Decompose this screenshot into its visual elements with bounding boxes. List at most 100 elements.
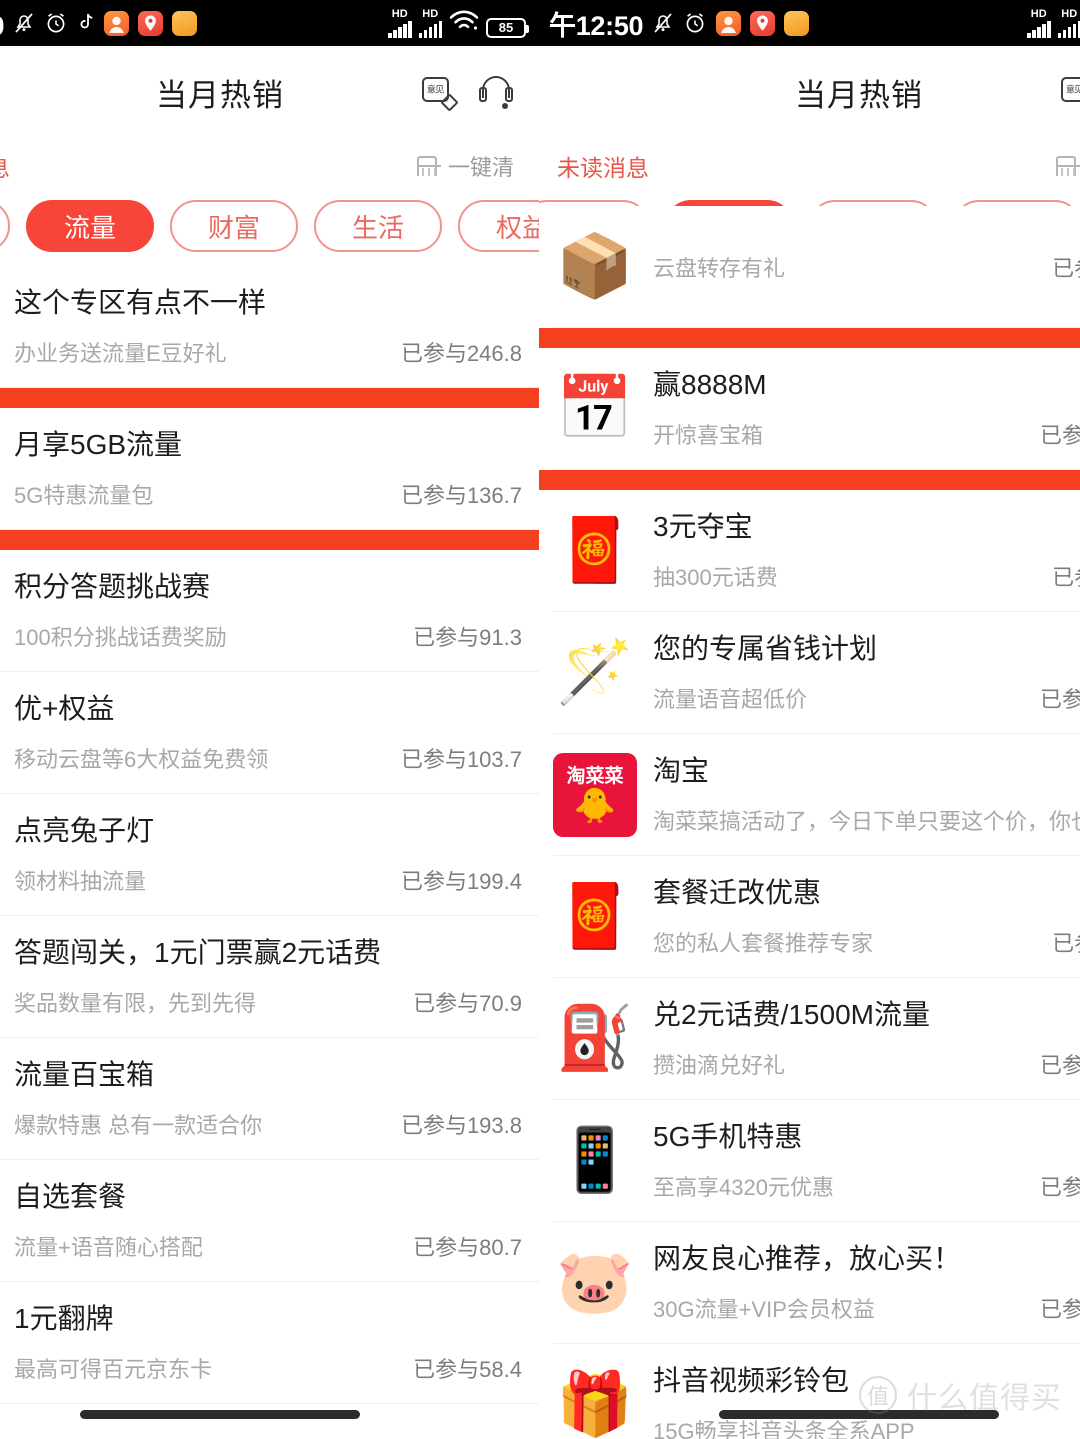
right-phone-capture: 午12:50 HD HD 当月热销 意 未读消息 📦 云盘转存有礼 已 📅 赢8… (539, 0, 1080, 1439)
list-item-body: 云盘转存有礼 已参与15.5 (637, 206, 1080, 328)
home-indicator (80, 1410, 360, 1419)
list-item[interactable]: 🪄 您的专属省钱计划流量语音超低价 已参与106.5 (539, 612, 1080, 734)
thumbnail-glyph: 📱 (556, 1126, 634, 1195)
list-item[interactable]: 📦 云盘转存有礼 已参与15.5 (539, 206, 1080, 328)
list-item[interactable]: 💰答题闯关，1元门票赢2元话费奖品数量有限，先到先得已参与70.9 (0, 916, 540, 1038)
list-item[interactable]: 🎁这个专区有点不一样办业务送流量E豆好礼已参与246.8 (0, 266, 540, 388)
tab-4[interactable]: 权益 (458, 200, 540, 252)
signal-icon-1: HD (388, 8, 412, 38)
list-item[interactable]: 📱 5G手机特惠至高享4320元优惠 已参与108.2 (539, 1100, 1080, 1222)
list-item-title: 3元夺宝 (653, 511, 753, 543)
list-item[interactable]: 🎡点亮兔子灯领材料抽流量已参与199.4 (0, 794, 540, 916)
list-item-title: 答题闯关，1元门票赢2元话费 (14, 937, 382, 969)
list-item-subtitle: 领材料抽流量 (14, 868, 147, 894)
list-divider (0, 386, 540, 388)
calendar-check-icon: 📅 (553, 367, 637, 451)
clear-all-button[interactable]: 一键清 (414, 150, 514, 182)
list-item[interactable]: 📅赢8888M开惊喜宝箱已参与739.7H (539, 348, 1080, 470)
feedback-icon[interactable]: 意见 (1061, 75, 1080, 112)
list-item-body: 兑2元话费/1500M流量攒油滴兑好礼 已参与284.2 (637, 978, 1080, 1100)
broom-icon (1053, 154, 1080, 178)
participation-count: 已参与15.5 (1052, 256, 1080, 281)
list-item-body: 网友良心推荐，放心买！ 30G流量+VIP会员权益 已参与102.4 (637, 1222, 1080, 1344)
list-divider (553, 468, 1080, 470)
list-item-title: 积分答题挑战赛 (14, 571, 211, 603)
list-item-subtitle: 最高可得百元京东卡 (14, 1356, 213, 1382)
list-item-title: 这个专区有点不一样 (14, 287, 267, 319)
participation-count: 已参与103.7 (400, 746, 522, 772)
alarm-icon (683, 11, 707, 35)
category-tabs-left[interactable]: 热门 流量 财富 生活 权益 (0, 194, 540, 266)
notice-bar-left: 未读消息 一键清 (0, 138, 540, 194)
headset-icon[interactable] (478, 76, 514, 109)
signal-icon-2: HD (418, 8, 442, 38)
thumbnail-glyph: 🐷 (556, 1248, 634, 1317)
signal-icon-2: HD (1057, 8, 1080, 38)
douyin-gift-icon: 🎁 (553, 1363, 637, 1439)
list-item[interactable]: 🎪1元翻牌最高可得百元京东卡已参与58.4 (0, 1282, 540, 1404)
bell-off-icon (652, 11, 674, 35)
list-item-subtitle: 爆款特惠 总有一款适合你 (14, 1112, 263, 1138)
list-item-body: 流量百宝箱 爆款特惠 总有一款适合你 已参与193.8 (0, 1038, 540, 1160)
list-item[interactable]: 🧧 3元夺宝抽300元话费 已参与68.1 (539, 490, 1080, 612)
list-item[interactable]: 🎁自选套餐流量+语音随心搭配已参与80.7 (0, 1160, 540, 1282)
list-item[interactable]: 🎁抖音视频彩铃包15G畅享抖音头条全系APP广 (539, 1344, 1080, 1439)
list-item[interactable]: 淘菜菜🐥淘宝淘菜菜搞活动了，今日下单只要这个价，你也快来抢一广 (539, 734, 1080, 856)
list-item-body: 答题闯关，1元门票赢2元话费 奖品数量有限，先到先得 已参与70.9 (0, 916, 540, 1038)
participation-count: 已参与68.1 (1052, 564, 1080, 590)
list-item[interactable]: 🧧 套餐迁改优惠您的私人套餐推荐专家 已参与87.3 (539, 856, 1080, 978)
magic-wand-icon: 🪄 (553, 631, 637, 715)
parcel-icon: 📦 (553, 225, 637, 309)
status-bar-time: 午12:50 (549, 10, 644, 41)
participation-count: 已参与136.7 (400, 482, 522, 508)
left-phone-capture: 午12:50 (0, 0, 540, 1439)
promo-banner-bar[interactable] (0, 530, 540, 550)
list-item-body: 1元翻牌 最高可得百元京东卡 已参与58.4 (0, 1282, 540, 1404)
tab-label: 生活 (351, 212, 404, 243)
promo-banner-bar[interactable] (539, 470, 1080, 490)
tab-3[interactable]: 生活 (314, 200, 442, 252)
list-item[interactable]: 🎁月享5GB流量5G特惠流量包已参与136.7 (0, 408, 540, 530)
promo-banner-bar[interactable] (539, 328, 1080, 348)
list-item-body: 淘宝淘菜菜搞活动了，今日下单只要这个价，你也快来抢一广 (637, 734, 1080, 856)
clear-all-button[interactable]: 一键清 (1053, 150, 1080, 182)
list-item-title: 流量百宝箱 (14, 1059, 155, 1091)
thumbnail-glyph: 🧧 (556, 882, 634, 951)
memo-icon (172, 10, 198, 36)
list-item-body: 月享5GB流量 5G特惠流量包 已参与136.7 (0, 408, 540, 530)
tab-2[interactable]: 财富 (170, 200, 298, 252)
list-item-body: 抖音视频彩铃包15G畅享抖音头条全系APP广 (637, 1344, 1080, 1439)
list-item[interactable]: 🐷 网友良心推荐，放心买！ 30G流量+VIP会员权益 已参与102.4 (539, 1222, 1080, 1344)
page-header-left: 当月热销 意见 (0, 46, 540, 138)
list-item-subtitle: 云盘转存有礼 (653, 256, 786, 281)
list-item-subtitle: 至高享4320元优惠 (653, 1174, 834, 1200)
participation-count: 已参与108.2 (1039, 1174, 1080, 1200)
list-item-title: 月享5GB流量 (14, 429, 183, 461)
list-item-subtitle: 移动云盘等6大权益免费领 (14, 746, 269, 772)
clear-all-label: 一键清 (447, 155, 514, 180)
maps-icon (750, 10, 776, 36)
list-item-title: 您的专属省钱计划 (653, 633, 878, 665)
feedback-icon[interactable]: 意见 (422, 75, 459, 112)
fuel-pump-icon: ⛽ (553, 997, 637, 1081)
participation-count: 已参与246.8 (400, 340, 522, 366)
red-envelope-icon: 🧧 (553, 509, 637, 593)
list-item-title: 兑2元话费/1500M流量 (653, 999, 930, 1031)
status-bar-time: 午12:50 (0, 4, 5, 43)
participation-count: 已参与87.3 (1052, 930, 1080, 956)
tab-1[interactable]: 流量 (26, 200, 154, 252)
thumbnail-glyph: ⛽ (556, 1004, 634, 1073)
list-item-body: 您的专属省钱计划流量语音超低价 已参与106.5 (637, 612, 1080, 734)
tab-label: 权益 (495, 212, 540, 243)
list-item-title: 5G手机特惠 (653, 1121, 803, 1153)
list-item[interactable]: 🎁流量百宝箱爆款特惠 总有一款适合你已参与193.8 (0, 1038, 540, 1160)
promo-banner-bar[interactable] (0, 388, 540, 408)
list-item[interactable]: 🎪优+权益移动云盘等6大权益免费领已参与103.7 (0, 672, 540, 794)
list-item[interactable]: 📝积分答题挑战赛100积分挑战话费奖励已参与91.3 (0, 550, 540, 672)
wifi-icon (449, 9, 479, 37)
list-item-title: 抖音视频彩铃包 (653, 1365, 850, 1397)
tab-0[interactable]: 热门 (0, 200, 10, 252)
list-item-body: 优+权益 移动云盘等6大权益免费领 已参与103.7 (0, 672, 540, 794)
dual-screenshot-canvas: 午12:50 (0, 0, 1080, 1439)
list-item[interactable]: ⛽ 兑2元话费/1500M流量攒油滴兑好礼 已参与284.2 (539, 978, 1080, 1100)
